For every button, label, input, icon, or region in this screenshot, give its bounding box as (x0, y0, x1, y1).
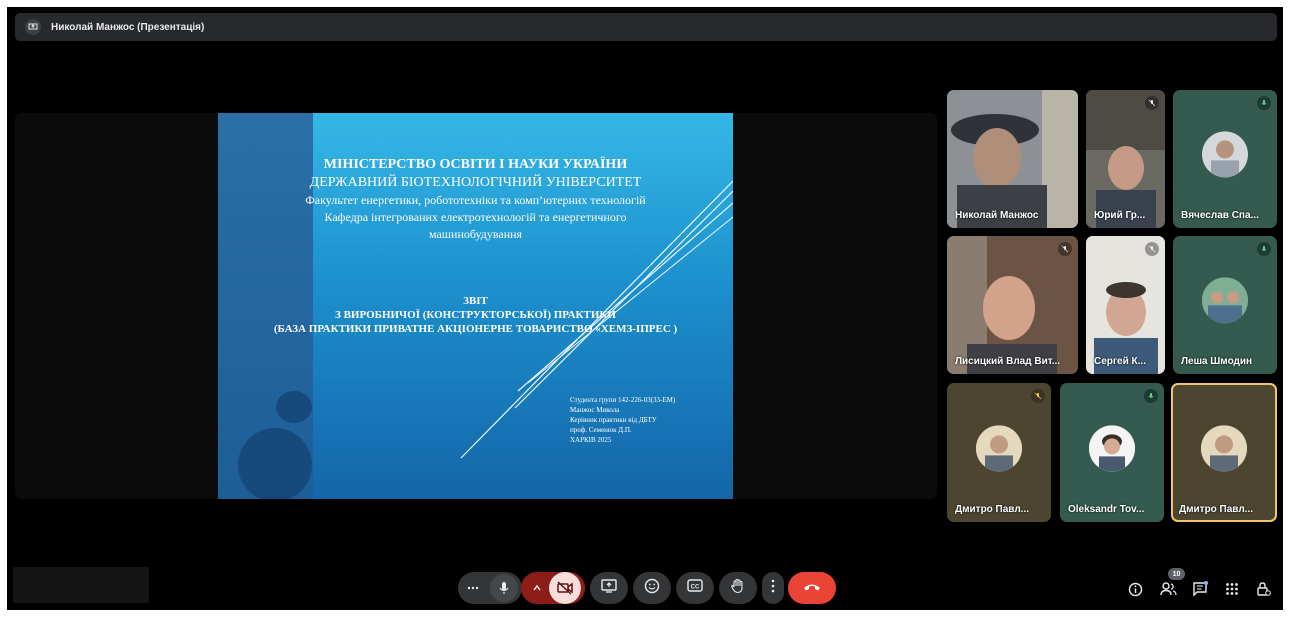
svg-text:CC: CC (691, 585, 700, 591)
participant-name: Леша Шмодин (1181, 356, 1253, 367)
avatar (1089, 424, 1135, 471)
meeting-info-icon[interactable] (1125, 579, 1145, 599)
present-screen-button[interactable] (590, 572, 628, 604)
mic-off-icon (1145, 242, 1159, 256)
avatar (1201, 424, 1247, 471)
more-vertical-icon (771, 579, 775, 598)
slide-report-base: (БАЗА ПРАКТИКИ ПРИВАТНЕ АКЦІОНЕРНЕ ТОВАР… (273, 323, 678, 335)
participant-tile[interactable]: Oleksandr Tov... (1060, 383, 1164, 522)
mic-control-group (458, 572, 522, 604)
participant-video (947, 236, 1078, 374)
participant-tile[interactable]: Лисицкий Влад Вит... (947, 236, 1078, 374)
present-screen-icon (601, 578, 617, 598)
chevron-up-icon[interactable] (525, 584, 549, 592)
presentation-stage[interactable]: МІНІСТЕРСТВО ОСВІТИ І НАУКИ УКРАЇНИ ДЕРЖ… (15, 113, 937, 499)
slide-info-line: Студента групи 142-226-03(33-ЕМ) (570, 396, 676, 404)
slide-report-subtitle: З ВИРОБНИЧОЇ (КОНСТРУКТОРСЬКОЇ) ПРАКТИКИ (335, 309, 616, 321)
avatar (1202, 277, 1248, 324)
camera-control-group (521, 572, 585, 604)
participant-video (1086, 236, 1165, 374)
participant-tile-speaking[interactable]: Дмитро Павл... (1171, 383, 1277, 522)
more-horizontal-icon[interactable] (462, 586, 484, 590)
slide-info-line: Керівник практики від ДБТУ (570, 416, 657, 424)
present-to-all-icon (25, 19, 41, 35)
slide-university: ДЕРЖАВНИЙ БІОТЕХНОЛОГІЧНИЙ УНІВЕРСИТЕТ (309, 175, 642, 190)
emoji-button[interactable] (633, 572, 671, 604)
mic-off-icon (1145, 96, 1159, 110)
mic-on-icon (1257, 242, 1271, 256)
participant-name: Юрий Гр... (1094, 210, 1146, 221)
participant-tile[interactable]: Вячеслав Спа... (1173, 90, 1277, 228)
meeting-details-area (13, 567, 149, 603)
mic-on-icon (1144, 389, 1158, 403)
raise-hand-button[interactable] (719, 572, 757, 604)
participant-tile[interactable]: Леша Шмодин (1173, 236, 1277, 374)
participant-video (1086, 90, 1165, 228)
participant-name: Дмитро Павл... (955, 504, 1030, 515)
captions-icon: CC (687, 579, 703, 597)
slide-department: Кафедра інтегрованих електротехнологій т… (324, 210, 627, 224)
participant-tile[interactable]: Сергей К... (1086, 236, 1165, 374)
slide-author-info: Студента групи 142-226-03(33-ЕМ) Манжос … (570, 395, 675, 445)
more-options-button[interactable] (762, 572, 784, 604)
mic-icon[interactable] (490, 574, 518, 602)
presenter-bar: Николай Манжос (Презентація) (15, 13, 1277, 41)
presentation-slide: МІНІСТЕРСТВО ОСВІТИ І НАУКИ УКРАЇНИ ДЕРЖ… (218, 113, 733, 499)
hang-up-button[interactable] (788, 572, 836, 604)
participant-name: Oleksandr Tov... (1068, 504, 1145, 515)
people-icon[interactable] (1158, 579, 1178, 599)
slide-info-line: ХАРКІВ 2025 (570, 436, 612, 444)
slide-faculty: Факультет енергетики, робототехніки та к… (305, 193, 646, 207)
mic-off-icon (1031, 389, 1045, 403)
slide-info-line: Манжос Микола (570, 406, 620, 414)
avatar (976, 424, 1022, 471)
chat-icon[interactable] (1190, 579, 1210, 599)
slide-department-cont: машинобудування (428, 227, 523, 241)
emoji-icon (644, 578, 660, 599)
captions-button[interactable]: CC (676, 572, 714, 604)
participant-tile[interactable]: Юрий Гр... (1086, 90, 1165, 228)
mic-off-icon (1058, 242, 1072, 256)
participant-name: Вячеслав Спа... (1181, 210, 1259, 221)
participant-tile[interactable]: Николай Манжос (947, 90, 1078, 228)
participant-name: Дмитро Павл... (1179, 504, 1254, 515)
meeting-window: Николай Манжос (Презентація) МІНІСТЕРСТВ… (7, 7, 1283, 610)
participant-video (947, 90, 1078, 228)
camera-off-icon[interactable] (549, 572, 581, 604)
hang-up-icon (803, 579, 821, 597)
host-controls-icon[interactable] (1253, 579, 1273, 599)
participant-tile[interactable]: Дмитро Павл... (947, 383, 1051, 522)
participant-name: Сергей К... (1094, 356, 1146, 367)
mic-on-icon (1257, 96, 1271, 110)
slide-ministry: МІНІСТЕРСТВО ОСВІТИ І НАУКИ УКРАЇНИ (323, 157, 628, 172)
slide-report-title: ЗВІТ (463, 295, 488, 307)
avatar (1202, 131, 1248, 178)
presenter-title: Николай Манжос (Презентація) (51, 21, 205, 33)
raise-hand-icon (730, 578, 746, 599)
participant-name: Николай Манжос (955, 210, 1039, 221)
activities-grid-icon[interactable] (1222, 579, 1242, 599)
participant-name: Лисицкий Влад Вит... (955, 356, 1061, 367)
slide-info-line: проф. Семенюк Д.П. (570, 426, 632, 434)
